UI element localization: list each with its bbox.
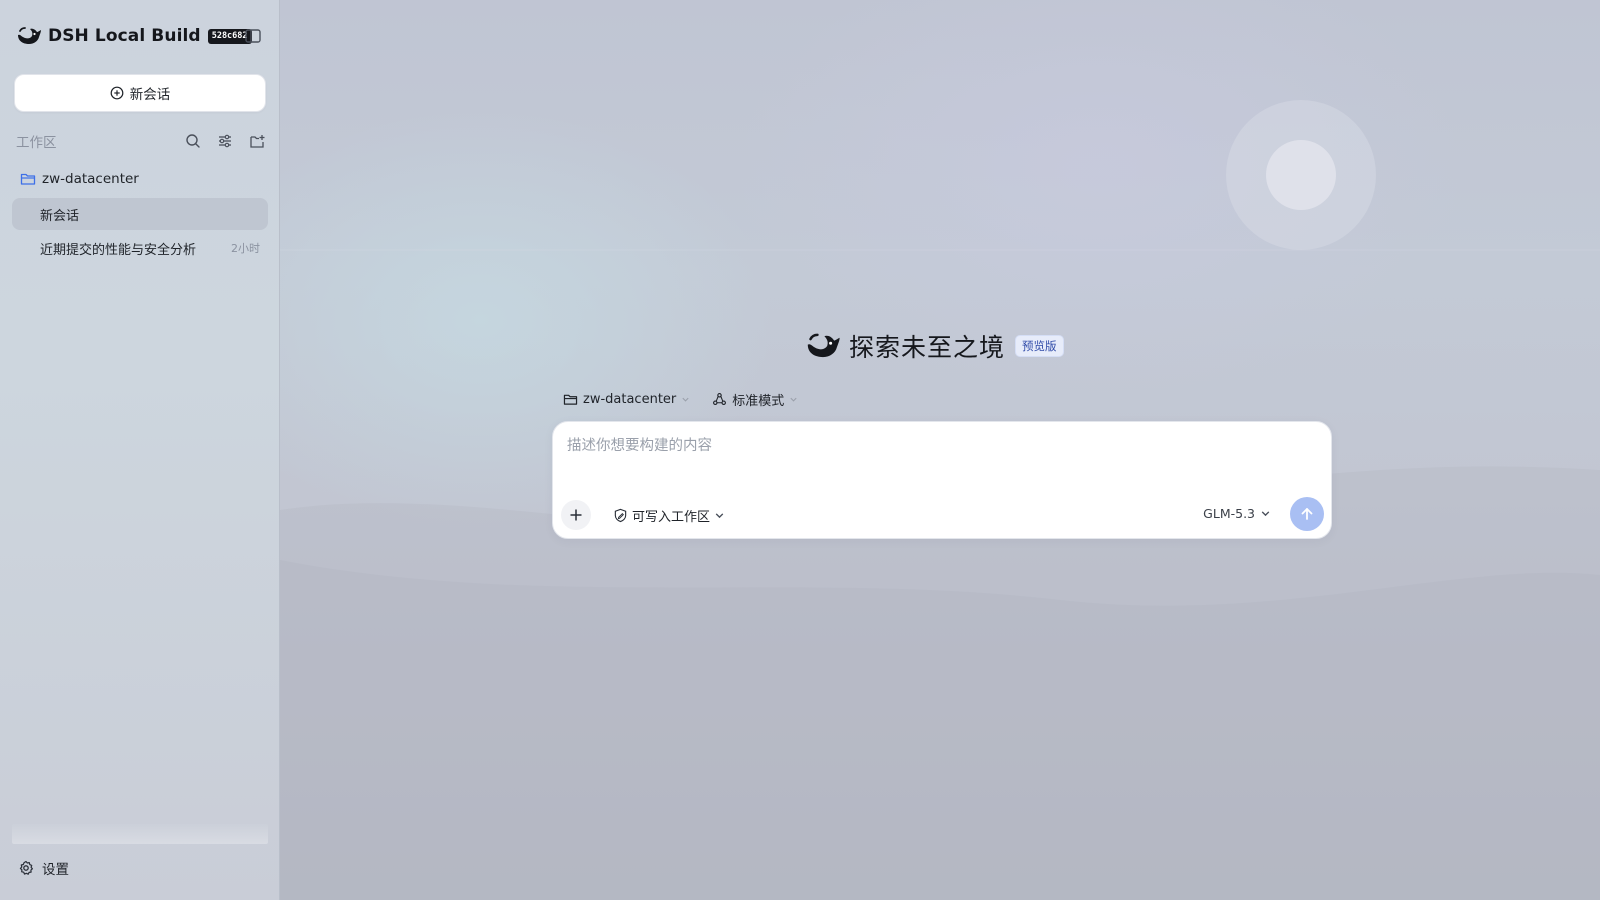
chevron-down-icon	[1261, 511, 1270, 517]
mode-selector[interactable]: 标准模式	[712, 390, 798, 409]
composer: 可写入工作区 GLM-5.3	[552, 421, 1332, 539]
model-label: GLM-5.3	[1203, 506, 1255, 521]
settings-button[interactable]: 设置	[18, 858, 69, 878]
composer-options: zw-datacenter 标准模式	[563, 388, 798, 410]
session-time: 2小时	[231, 242, 260, 255]
workspace-selector-label: zw-datacenter	[583, 391, 677, 407]
decorative-circle	[1226, 100, 1376, 250]
filter-sliders-icon[interactable]	[216, 132, 234, 150]
attach-button[interactable]	[561, 500, 591, 530]
permission-selector[interactable]: 可写入工作区	[613, 506, 725, 525]
session-title: 近期提交的性能与安全分析	[40, 242, 197, 258]
hero: 探索未至之境 预览版	[805, 328, 1064, 364]
preview-badge: 预览版	[1015, 335, 1064, 357]
folder-icon	[20, 173, 36, 185]
main-area: 探索未至之境 预览版 zw-datacenter 标准模式 可写入工作区	[280, 0, 1600, 900]
sidebar-scroll-fade	[12, 824, 268, 844]
session-item[interactable]: 近期提交的性能与安全分析 2小时	[12, 232, 268, 264]
workspace-label: 工作区	[16, 135, 57, 151]
sidebar-toggle-icon[interactable]	[244, 27, 262, 45]
prompt-input[interactable]	[567, 434, 1317, 484]
folder-icon	[563, 394, 578, 405]
hero-title: 探索未至之境	[849, 333, 1006, 362]
whale-logo-icon	[805, 331, 841, 361]
app-name: DSH Local Build	[48, 26, 201, 46]
recycle-icon	[713, 392, 727, 405]
model-selector[interactable]: GLM-5.3	[1203, 506, 1271, 521]
workspace-folder[interactable]: zw-datacenter	[20, 169, 139, 189]
workspace-selector[interactable]: zw-datacenter	[563, 392, 690, 407]
plus-circle-icon	[110, 86, 124, 100]
gear-icon	[19, 860, 33, 875]
folder-name: zw-datacenter	[42, 171, 139, 187]
chevron-down-icon	[682, 397, 689, 402]
whale-logo-icon	[16, 25, 42, 47]
new-chat-button[interactable]: 新会话	[14, 74, 266, 112]
workspace-header: 工作区	[16, 130, 266, 152]
new-folder-icon[interactable]	[248, 132, 266, 150]
arrow-up-icon	[1301, 508, 1313, 520]
permission-label: 可写入工作区	[632, 510, 711, 525]
search-icon[interactable]	[184, 132, 202, 150]
new-chat-label: 新会话	[129, 87, 171, 103]
session-title: 新会话	[40, 208, 80, 224]
app-window: DSH Local Build 528c682 新会话 工作区 zw-datac…	[0, 0, 1600, 900]
plus-icon	[570, 509, 582, 521]
chevron-down-icon	[790, 397, 797, 402]
sidebar: DSH Local Build 528c682 新会话 工作区 zw-datac…	[0, 0, 280, 900]
chevron-down-icon	[715, 513, 724, 519]
session-item[interactable]: 新会话	[12, 198, 268, 230]
mode-selector-label: 标准模式	[732, 393, 785, 409]
shield-edit-icon	[614, 508, 627, 523]
brand: DSH Local Build 528c682	[16, 22, 252, 50]
send-button[interactable]	[1290, 497, 1324, 531]
settings-label: 设置	[42, 862, 69, 878]
